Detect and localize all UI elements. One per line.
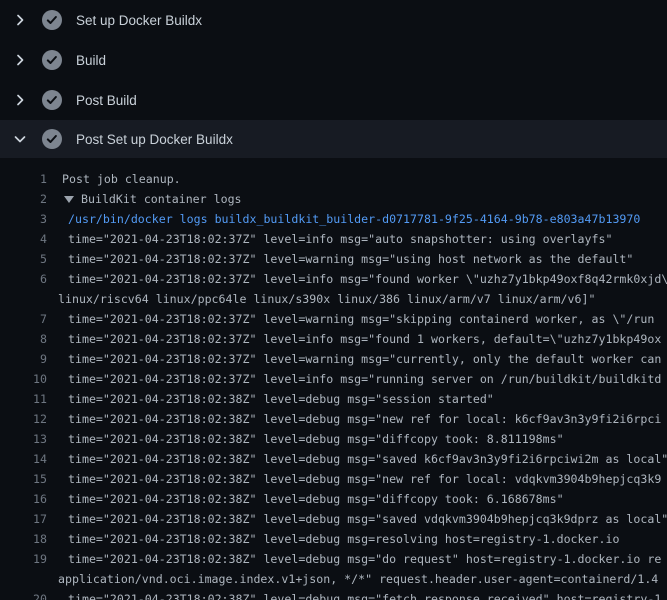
step-row-set-up-docker-buildx[interactable]: Set up Docker Buildx: [0, 0, 667, 40]
log-group-title: BuildKit container logs: [81, 189, 242, 209]
log-line: 20 time="2021-04-23T18:02:38Z" level=debu…: [0, 589, 667, 600]
log-text: /usr/bin/docker logs buildx_buildkit_bui…: [68, 209, 640, 229]
log-text: time="2021-04-23T18:02:38Z" level=debug …: [68, 389, 494, 409]
log-line-number[interactable]: 7: [0, 309, 47, 329]
log-line-number[interactable]: 1: [0, 169, 47, 189]
log-line: 6 time="2021-04-23T18:02:37Z" level=info …: [0, 269, 667, 289]
step-row-post-set-up-docker-buildx[interactable]: Post Set up Docker Buildx: [0, 120, 667, 158]
log-wrapped-line: application/vnd.oci.image.index.v1+json,…: [0, 569, 667, 589]
log-line-number[interactable]: 2: [0, 189, 47, 209]
log-text: time="2021-04-23T18:02:37Z" level=info m…: [68, 329, 661, 349]
check-circle-icon: [42, 129, 62, 149]
log-line: 17 time="2021-04-23T18:02:38Z" level=debu…: [0, 509, 667, 529]
log-line: 4 time="2021-04-23T18:02:37Z" level=info …: [0, 229, 667, 249]
log-line: 7 time="2021-04-23T18:02:37Z" level=warni…: [0, 309, 667, 329]
step-label: Post Build: [76, 93, 137, 108]
log-text: time="2021-04-23T18:02:38Z" level=debug …: [68, 409, 661, 429]
log-text: time="2021-04-23T18:02:38Z" level=debug …: [68, 529, 619, 549]
log-line: 11 time="2021-04-23T18:02:38Z" level=debu…: [0, 389, 667, 409]
log-line-number[interactable]: 5: [0, 249, 47, 269]
step-label: Build: [76, 53, 106, 68]
log-text: time="2021-04-23T18:02:37Z" level=info m…: [68, 369, 661, 389]
chevron-right-icon: [12, 52, 28, 68]
step-row-build[interactable]: Build: [0, 40, 667, 80]
log-line-number[interactable]: 6: [0, 269, 47, 289]
step-label: Post Set up Docker Buildx: [76, 132, 233, 147]
log-text: Post job cleanup.: [62, 169, 181, 189]
log-text: time="2021-04-23T18:02:37Z" level=warnin…: [68, 349, 661, 369]
log-line-number: [0, 289, 47, 309]
log-line: 19 time="2021-04-23T18:02:38Z" level=debu…: [0, 549, 667, 569]
log-line-number[interactable]: 12: [0, 409, 47, 429]
log-line: 13 time="2021-04-23T18:02:38Z" level=debu…: [0, 429, 667, 449]
chevron-right-icon: [12, 12, 28, 28]
workflow-step-list: Set up Docker Buildx Build Post Build Post …: [0, 0, 667, 158]
log-line-number[interactable]: 18: [0, 529, 47, 549]
chevron-right-icon: [12, 92, 28, 108]
log-text: time="2021-04-23T18:02:38Z" level=debug …: [68, 509, 667, 529]
log-line-number[interactable]: 16: [0, 489, 47, 509]
log-text: time="2021-04-23T18:02:38Z" level=debug …: [68, 489, 564, 509]
log-wrapped-line: linux/riscv64 linux/ppc64le linux/s390x …: [0, 289, 667, 309]
step-label: Set up Docker Buildx: [76, 13, 202, 28]
log-text: time="2021-04-23T18:02:38Z" level=debug …: [68, 429, 564, 449]
log-line: 1 Post job cleanup.: [0, 169, 667, 189]
log-line-number[interactable]: 9: [0, 349, 47, 369]
log-text: time="2021-04-23T18:02:37Z" level=warnin…: [68, 309, 654, 329]
log-text: time="2021-04-23T18:02:38Z" level=debug …: [68, 469, 661, 489]
log-line-number[interactable]: 8: [0, 329, 47, 349]
log-line-number[interactable]: 17: [0, 509, 47, 529]
log-line-number[interactable]: 4: [0, 229, 47, 249]
check-circle-icon: [42, 90, 62, 110]
log-line: 15 time="2021-04-23T18:02:38Z" level=debu…: [0, 469, 667, 489]
log-text: time="2021-04-23T18:02:37Z" level=info m…: [68, 229, 612, 249]
log-line: 14 time="2021-04-23T18:02:38Z" level=debu…: [0, 449, 667, 469]
log-text: application/vnd.oci.image.index.v1+json,…: [58, 569, 658, 589]
log-viewer: 1 Post job cleanup. 2 BuildKit container lo…: [0, 158, 667, 600]
chevron-down-icon: [12, 131, 28, 147]
log-line: 16 time="2021-04-23T18:02:38Z" level=debu…: [0, 489, 667, 509]
log-text: time="2021-04-23T18:02:37Z" level=warnin…: [68, 249, 633, 269]
log-line-number: [0, 569, 47, 589]
log-group-line: 2 BuildKit container logs: [0, 189, 667, 209]
log-line-number[interactable]: 3: [0, 209, 47, 229]
log-text: time="2021-04-23T18:02:37Z" level=info m…: [68, 269, 667, 289]
log-text: time="2021-04-23T18:02:38Z" level=debug …: [68, 589, 661, 600]
log-line: 5 time="2021-04-23T18:02:37Z" level=warni…: [0, 249, 667, 269]
check-circle-icon: [42, 10, 62, 30]
log-line-number[interactable]: 20: [0, 589, 47, 600]
check-circle-icon: [42, 50, 62, 70]
log-line: 9 time="2021-04-23T18:02:37Z" level=warni…: [0, 349, 667, 369]
step-row-post-build[interactable]: Post Build: [0, 80, 667, 120]
log-line: 12 time="2021-04-23T18:02:38Z" level=debu…: [0, 409, 667, 429]
log-text: linux/riscv64 linux/ppc64le linux/s390x …: [58, 289, 595, 309]
log-line: 8 time="2021-04-23T18:02:37Z" level=info …: [0, 329, 667, 349]
log-line-number[interactable]: 11: [0, 389, 47, 409]
log-text: time="2021-04-23T18:02:38Z" level=debug …: [68, 549, 661, 569]
log-line-number[interactable]: 19: [0, 549, 47, 569]
log-text: time="2021-04-23T18:02:38Z" level=debug …: [68, 449, 667, 469]
log-line-number[interactable]: 13: [0, 429, 47, 449]
log-line: 18 time="2021-04-23T18:02:38Z" level=debu…: [0, 529, 667, 549]
log-line-number[interactable]: 10: [0, 369, 47, 389]
log-line: 10 time="2021-04-23T18:02:37Z" level=info…: [0, 369, 667, 389]
triangle-down-icon: [64, 196, 74, 203]
log-line-number[interactable]: 15: [0, 469, 47, 489]
log-line-number[interactable]: 14: [0, 449, 47, 469]
log-command-line: 3/usr/bin/docker logs buildx_buildkit_bu…: [0, 209, 667, 229]
log-group-toggle[interactable]: BuildKit container logs: [62, 189, 242, 209]
